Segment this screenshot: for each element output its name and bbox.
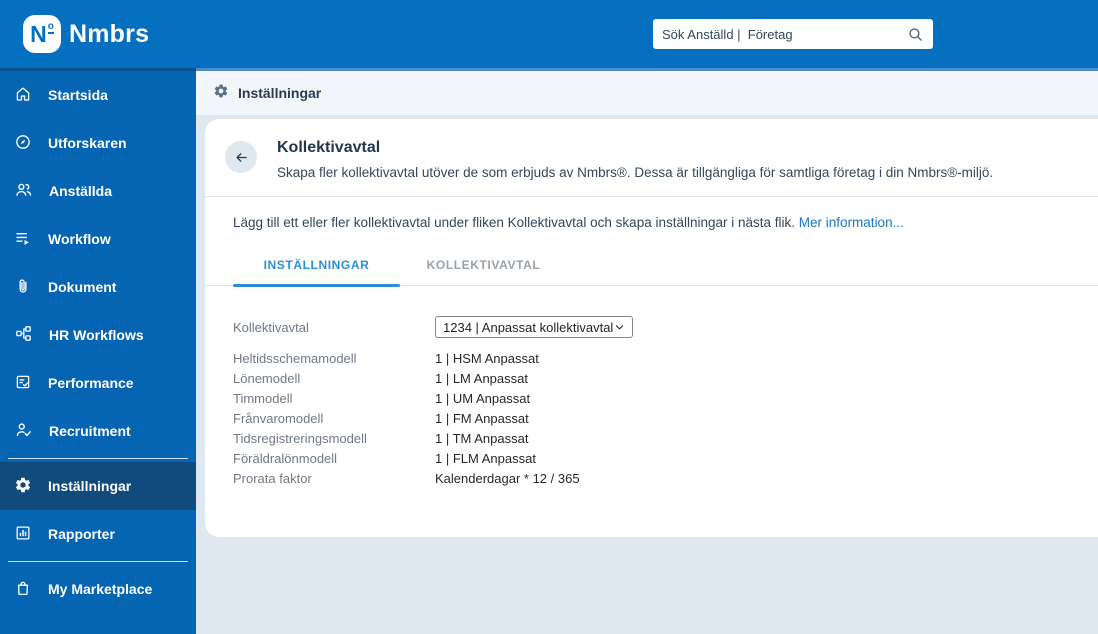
- field-value: 1 | UM Anpassat: [435, 390, 531, 406]
- field-label: Kollektivavtal: [233, 319, 309, 335]
- field-label: Lönemodell: [233, 370, 301, 386]
- settings-card: Kollektivavtal Skapa fler kollektivavtal…: [205, 119, 1098, 537]
- tab-kollektivavtal[interactable]: KOLLEKTIVAVTAL: [400, 246, 567, 285]
- form-row: Lönemodell 1 | LM Anpassat: [233, 368, 1070, 388]
- home-icon: [14, 85, 32, 106]
- form-row: Prorata faktor Kalenderdagar * 12 / 365: [233, 468, 1070, 488]
- field-label: Föräldralönmodell: [233, 450, 338, 466]
- field-value: Kalenderdagar * 12 / 365: [435, 470, 580, 486]
- tab-installningar[interactable]: INSTÄLLNINGAR: [233, 246, 400, 287]
- compass-icon: [14, 133, 32, 154]
- field-value: 1 | HSM Anpassat: [435, 350, 539, 366]
- field-label: Prorata faktor: [233, 470, 312, 486]
- info-paragraph: Lägg till ett eller fler kollektivavtal …: [205, 197, 1098, 230]
- sidebar-item-label: Performance: [48, 375, 134, 391]
- back-button[interactable]: [225, 141, 257, 173]
- sidebar-item-startsida[interactable]: Startsida: [0, 71, 196, 119]
- form-row: Heltidsschemamodell 1 | HSM Anpassat: [233, 348, 1070, 368]
- user-check-icon: [14, 420, 33, 442]
- field-value: 1 | LM Anpassat: [435, 370, 528, 386]
- sidebar-item-label: Startsida: [48, 87, 108, 103]
- field-label: Tidsregistreringsmodell: [233, 430, 367, 446]
- sidebar-item-label: Rapporter: [48, 526, 115, 542]
- info-text: Lägg till ett eller fler kollektivavtal …: [233, 215, 796, 230]
- form-row: Föräldralönmodell 1 | FLM Anpassat: [233, 448, 1070, 468]
- logo-letter: N: [30, 20, 47, 47]
- field-value: 1 | TM Anpassat: [435, 430, 529, 446]
- users-icon: [14, 180, 33, 202]
- sidebar-item-rapporter[interactable]: Rapporter: [0, 510, 196, 558]
- sidebar-item-recruitment[interactable]: Recruitment: [0, 407, 196, 455]
- form-row: Tidsregistreringsmodell 1 | TM Anpassat: [233, 428, 1070, 448]
- page-subtitle: Skapa fler kollektivavtal utöver de som …: [277, 165, 994, 180]
- logo-ordinal: o: [47, 21, 54, 34]
- field-label: Timmodell: [233, 390, 293, 406]
- arrow-left-icon: [235, 152, 247, 162]
- sidebar-item-my-marketplace[interactable]: My Marketplace: [0, 565, 196, 613]
- search-icon[interactable]: [907, 26, 924, 43]
- sidebar-divider: [8, 458, 188, 459]
- search-input[interactable]: [662, 26, 907, 42]
- form-row-kollektivavtal: Kollektivavtal 1234 | Anpassat kollektiv…: [233, 316, 1070, 338]
- field-value: 1 | FM Anpassat: [435, 410, 529, 426]
- app-header: N o Nmbrs: [0, 0, 1098, 68]
- sidebar-item-label: HR Workflows: [49, 327, 144, 343]
- sidebar-item-workflow[interactable]: Workflow: [0, 215, 196, 263]
- shopping-bag-icon: [14, 579, 32, 600]
- sidebar-item-dokument[interactable]: Dokument: [0, 263, 196, 311]
- field-label: Heltidsschemamodell: [233, 350, 357, 366]
- page-title: Kollektivavtal: [277, 139, 381, 156]
- gear-icon: [14, 476, 32, 497]
- paperclip-icon: [14, 277, 32, 298]
- select-value: 1234 | Anpassat kollektivavtal: [443, 319, 614, 335]
- sidebar-item-label: My Marketplace: [48, 581, 153, 597]
- sidebar-item-anstallda[interactable]: Anställda: [0, 167, 196, 215]
- sidebar: Startsida Utforskaren Anställda Workflow…: [0, 68, 196, 634]
- hierarchy-icon: [14, 324, 33, 346]
- content-area: Inställningar Kollektivavtal Skapa fler …: [196, 68, 1098, 634]
- bar-chart-icon: [14, 524, 32, 545]
- logo-wordmark: Nmbrs: [69, 19, 150, 48]
- global-search: [653, 19, 933, 49]
- chevron-down-icon: [615, 324, 624, 329]
- form-row: Frånvaromodell 1 | FM Anpassat: [233, 408, 1070, 428]
- sidebar-item-utforskaren[interactable]: Utforskaren: [0, 119, 196, 167]
- more-information-link[interactable]: Mer information...: [799, 215, 904, 230]
- sidebar-item-hr-workflows[interactable]: HR Workflows: [0, 311, 196, 359]
- workflow-icon: [14, 229, 32, 250]
- gear-icon: [213, 83, 229, 104]
- kollektivavtal-select[interactable]: 1234 | Anpassat kollektivavtal: [435, 316, 633, 338]
- tab-bar: INSTÄLLNINGAR KOLLEKTIVAVTAL: [205, 246, 1098, 287]
- nmbrs-logo-badge: N o: [23, 15, 61, 53]
- sidebar-item-label: Inställningar: [48, 478, 132, 494]
- sidebar-divider: [8, 561, 188, 562]
- sidebar-item-performance[interactable]: Performance: [0, 359, 196, 407]
- card-header: Kollektivavtal Skapa fler kollektivavtal…: [205, 119, 1098, 197]
- breadcrumb[interactable]: Inställningar: [196, 71, 1098, 115]
- sidebar-item-label: Dokument: [48, 279, 117, 295]
- sidebar-item-label: Recruitment: [49, 423, 131, 439]
- sidebar-item-installningar[interactable]: Inställningar: [0, 462, 196, 510]
- field-value: 1 | FLM Anpassat: [435, 450, 536, 466]
- sidebar-item-label: Utforskaren: [48, 135, 127, 151]
- breadcrumb-label: Inställningar: [238, 85, 322, 101]
- settings-form: Kollektivavtal 1234 | Anpassat kollektiv…: [205, 286, 1098, 488]
- form-row: Timmodell 1 | UM Anpassat: [233, 388, 1070, 408]
- clipboard-check-icon: [14, 373, 32, 394]
- sidebar-item-label: Anställda: [49, 183, 113, 199]
- nmbrs-logo[interactable]: N o Nmbrs: [23, 15, 149, 53]
- field-label: Frånvaromodell: [233, 410, 324, 426]
- sidebar-item-label: Workflow: [48, 231, 111, 247]
